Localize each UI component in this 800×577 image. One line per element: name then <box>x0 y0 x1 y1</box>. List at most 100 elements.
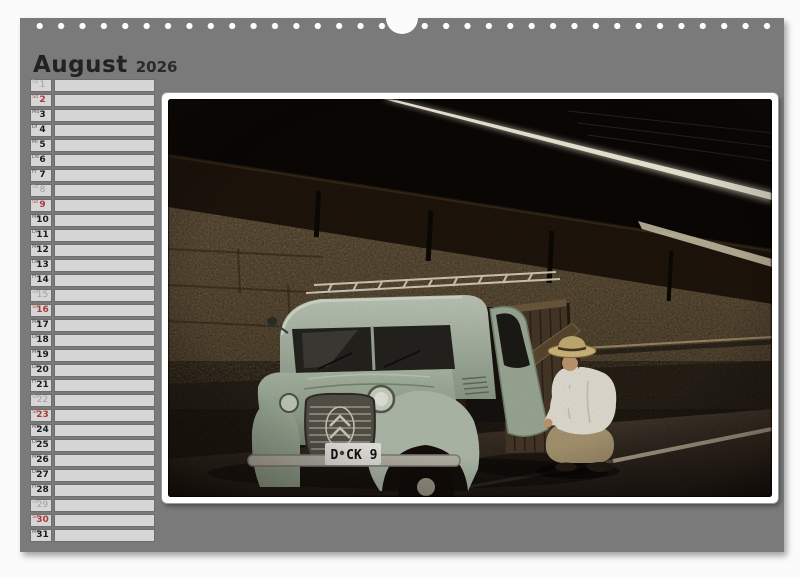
day-number: 15 <box>34 290 51 301</box>
day-number: 7 <box>34 170 51 181</box>
day-number: 22 <box>34 395 51 406</box>
day-number: 1 <box>34 80 51 91</box>
day-number: 29 <box>34 500 51 511</box>
day-row: Di 4 <box>30 124 155 137</box>
notes-cell <box>54 499 155 512</box>
notes-cell <box>54 109 155 122</box>
day-rows: Sa 1 So 2 Mo 3 Di 4 <box>30 79 155 544</box>
day-cell: Di 18 <box>30 334 52 347</box>
notes-cell <box>54 469 155 482</box>
day-cell: So 9 <box>30 199 52 212</box>
day-cell: Sa 1 <box>30 79 52 92</box>
day-number: 5 <box>34 140 51 151</box>
calendar-page: August2026 Sa 1 So 2 Mo 3 <box>20 18 784 552</box>
day-row: Fr 7 <box>30 169 155 182</box>
day-row: Sa 29 <box>30 499 155 512</box>
day-row: Fr 21 <box>30 379 155 392</box>
notes-cell <box>54 259 155 272</box>
notes-cell <box>54 169 155 182</box>
day-row: Mi 26 <box>30 454 155 467</box>
page-title: August 2026 <box>33 52 177 78</box>
day-row: Mo 10 <box>30 214 155 227</box>
day-cell: Fr 14 <box>30 274 52 287</box>
day-row: Di 25 <box>30 439 155 452</box>
notes-cell <box>54 229 155 242</box>
day-cell: So 23 <box>30 409 52 422</box>
day-number: 13 <box>34 260 51 271</box>
day-row: So 9 <box>30 199 155 212</box>
day-row: Di 11 <box>30 229 155 242</box>
day-cell: Mi 5 <box>30 139 52 152</box>
day-cell: Mi 12 <box>30 244 52 257</box>
day-number: 23 <box>34 410 51 421</box>
day-number: 31 <box>34 530 51 541</box>
notes-cell <box>54 424 155 437</box>
day-row: Mi 19 <box>30 349 155 362</box>
notes-cell <box>54 94 155 107</box>
day-number: 8 <box>34 185 51 196</box>
day-number: 14 <box>34 275 51 286</box>
day-number: 11 <box>34 230 51 241</box>
day-number: 17 <box>34 320 51 331</box>
year-label: 2026 <box>136 58 178 76</box>
day-row: Sa 22 <box>30 394 155 407</box>
notes-cell <box>54 274 155 287</box>
notes-cell <box>54 214 155 227</box>
day-number: 21 <box>34 380 51 391</box>
notes-cell <box>54 409 155 422</box>
notes-cell <box>54 124 155 137</box>
day-row: Fr 28 <box>30 484 155 497</box>
day-number: 16 <box>34 305 51 316</box>
day-cell: Mo 24 <box>30 424 52 437</box>
month-label: August <box>33 52 128 78</box>
day-cell: Do 13 <box>30 259 52 272</box>
notes-cell <box>54 394 155 407</box>
day-cell: Sa 22 <box>30 394 52 407</box>
day-number: 4 <box>34 125 51 136</box>
day-cell: Sa 29 <box>30 499 52 512</box>
day-row: Mi 12 <box>30 244 155 257</box>
day-cell: So 30 <box>30 514 52 527</box>
day-number: 26 <box>34 455 51 466</box>
notes-cell <box>54 199 155 212</box>
day-row: Sa 15 <box>30 289 155 302</box>
day-row: Do 20 <box>30 364 155 377</box>
day-cell: Mi 26 <box>30 454 52 467</box>
day-cell: Mi 19 <box>30 349 52 362</box>
day-number: 6 <box>34 155 51 166</box>
day-row: So 30 <box>30 514 155 527</box>
day-number: 18 <box>34 335 51 346</box>
day-cell: Mo 3 <box>30 109 52 122</box>
notes-cell <box>54 319 155 332</box>
notes-cell <box>54 349 155 362</box>
day-cell: Fr 21 <box>30 379 52 392</box>
day-cell: Do 20 <box>30 364 52 377</box>
day-row: Mo 31 <box>30 529 155 542</box>
day-cell: Fr 28 <box>30 484 52 497</box>
notes-cell <box>54 244 155 257</box>
day-number: 24 <box>34 425 51 436</box>
notes-cell <box>54 454 155 467</box>
day-row: Di 18 <box>30 334 155 347</box>
day-cell: So 16 <box>30 304 52 317</box>
day-number: 20 <box>34 365 51 376</box>
notes-cell <box>54 529 155 542</box>
notes-cell <box>54 514 155 527</box>
day-row: Sa 8 <box>30 184 155 197</box>
day-row: Fr 14 <box>30 274 155 287</box>
day-number: 9 <box>34 200 51 211</box>
day-row: Mo 24 <box>30 424 155 437</box>
day-cell: Mo 31 <box>30 529 52 542</box>
day-cell: Mo 17 <box>30 319 52 332</box>
day-number: 28 <box>34 485 51 496</box>
tunnel-photo: D CK 9 <box>168 99 772 497</box>
notes-cell <box>54 154 155 167</box>
notes-cell <box>54 184 155 197</box>
day-row: Mi 5 <box>30 139 155 152</box>
photo-frame: D CK 9 <box>162 93 778 503</box>
day-number: 3 <box>34 110 51 121</box>
day-cell: Sa 8 <box>30 184 52 197</box>
notes-cell <box>54 289 155 302</box>
day-cell: Do 6 <box>30 154 52 167</box>
day-row: So 23 <box>30 409 155 422</box>
